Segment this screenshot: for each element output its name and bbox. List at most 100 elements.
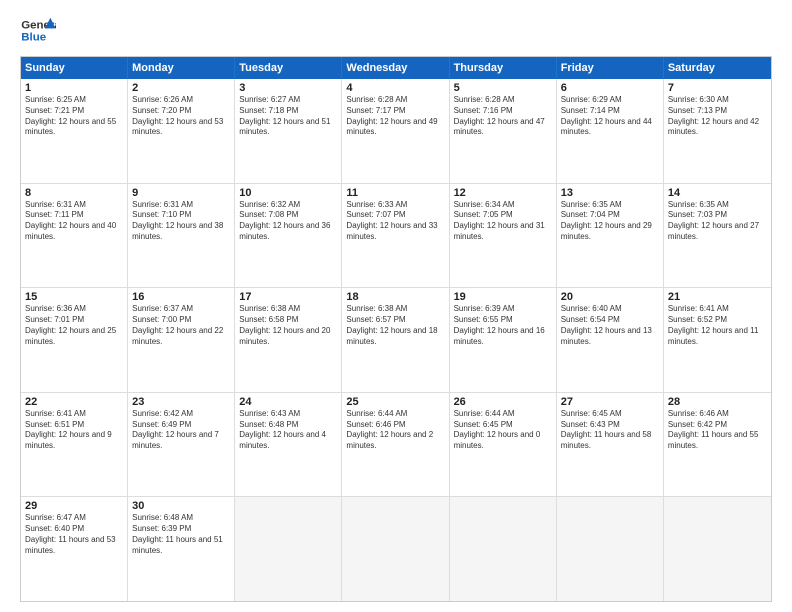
day-number: 10 [239, 187, 337, 199]
sunset: Sunset: 6:52 PM [668, 315, 767, 326]
sunset: Sunset: 7:14 PM [561, 106, 659, 117]
day-number: 30 [132, 500, 230, 512]
day-number: 14 [668, 187, 767, 199]
sunset: Sunset: 6:48 PM [239, 420, 337, 431]
calendar-cell: 29 Sunrise: 6:47 AM Sunset: 6:40 PM Dayl… [21, 497, 128, 601]
header-day-sunday: Sunday [21, 57, 128, 79]
header-day-friday: Friday [557, 57, 664, 79]
sunset: Sunset: 7:00 PM [132, 315, 230, 326]
day-number: 7 [668, 82, 767, 94]
day-number: 29 [25, 500, 123, 512]
sunset: Sunset: 6:55 PM [454, 315, 552, 326]
calendar-cell: 3 Sunrise: 6:27 AM Sunset: 7:18 PM Dayli… [235, 79, 342, 183]
calendar-row-1: 8 Sunrise: 6:31 AM Sunset: 7:11 PM Dayli… [21, 184, 771, 289]
day-number: 21 [668, 291, 767, 303]
sunrise: Sunrise: 6:44 AM [454, 409, 552, 420]
calendar-cell [450, 497, 557, 601]
daylight: Daylight: 12 hours and 42 minutes. [668, 117, 767, 139]
sunset: Sunset: 7:03 PM [668, 210, 767, 221]
daylight: Daylight: 12 hours and 27 minutes. [668, 221, 767, 243]
daylight: Daylight: 12 hours and 40 minutes. [25, 221, 123, 243]
sunrise: Sunrise: 6:28 AM [346, 95, 444, 106]
page: General Blue SundayMondayTuesdayWednesda… [0, 0, 792, 612]
calendar-cell: 8 Sunrise: 6:31 AM Sunset: 7:11 PM Dayli… [21, 184, 128, 288]
daylight: Daylight: 12 hours and 13 minutes. [561, 326, 659, 348]
day-number: 9 [132, 187, 230, 199]
calendar-cell: 18 Sunrise: 6:38 AM Sunset: 6:57 PM Dayl… [342, 288, 449, 392]
day-number: 23 [132, 396, 230, 408]
daylight: Daylight: 12 hours and 38 minutes. [132, 221, 230, 243]
calendar-cell: 5 Sunrise: 6:28 AM Sunset: 7:16 PM Dayli… [450, 79, 557, 183]
sunset: Sunset: 6:45 PM [454, 420, 552, 431]
logo-icon: General Blue [20, 16, 56, 46]
daylight: Daylight: 12 hours and 44 minutes. [561, 117, 659, 139]
calendar-cell: 24 Sunrise: 6:43 AM Sunset: 6:48 PM Dayl… [235, 393, 342, 497]
calendar-cell [342, 497, 449, 601]
calendar-cell: 10 Sunrise: 6:32 AM Sunset: 7:08 PM Dayl… [235, 184, 342, 288]
svg-text:Blue: Blue [21, 32, 46, 44]
sunrise: Sunrise: 6:43 AM [239, 409, 337, 420]
calendar-cell [664, 497, 771, 601]
day-number: 24 [239, 396, 337, 408]
sunrise: Sunrise: 6:31 AM [132, 200, 230, 211]
calendar-row-2: 15 Sunrise: 6:36 AM Sunset: 7:01 PM Dayl… [21, 288, 771, 393]
day-number: 19 [454, 291, 552, 303]
sunset: Sunset: 7:21 PM [25, 106, 123, 117]
sunrise: Sunrise: 6:41 AM [668, 304, 767, 315]
day-number: 26 [454, 396, 552, 408]
calendar-cell: 4 Sunrise: 6:28 AM Sunset: 7:17 PM Dayli… [342, 79, 449, 183]
sunset: Sunset: 6:43 PM [561, 420, 659, 431]
calendar-cell: 30 Sunrise: 6:48 AM Sunset: 6:39 PM Dayl… [128, 497, 235, 601]
day-number: 20 [561, 291, 659, 303]
calendar-cell: 20 Sunrise: 6:40 AM Sunset: 6:54 PM Dayl… [557, 288, 664, 392]
calendar-cell: 14 Sunrise: 6:35 AM Sunset: 7:03 PM Dayl… [664, 184, 771, 288]
daylight: Daylight: 12 hours and 18 minutes. [346, 326, 444, 348]
calendar: SundayMondayTuesdayWednesdayThursdayFrid… [20, 56, 772, 602]
calendar-cell: 25 Sunrise: 6:44 AM Sunset: 6:46 PM Dayl… [342, 393, 449, 497]
day-number: 2 [132, 82, 230, 94]
sunrise: Sunrise: 6:35 AM [668, 200, 767, 211]
sunset: Sunset: 6:42 PM [668, 420, 767, 431]
sunset: Sunset: 7:04 PM [561, 210, 659, 221]
daylight: Daylight: 12 hours and 4 minutes. [239, 430, 337, 452]
day-number: 17 [239, 291, 337, 303]
day-number: 11 [346, 187, 444, 199]
calendar-cell: 22 Sunrise: 6:41 AM Sunset: 6:51 PM Dayl… [21, 393, 128, 497]
calendar-cell: 6 Sunrise: 6:29 AM Sunset: 7:14 PM Dayli… [557, 79, 664, 183]
calendar-cell: 21 Sunrise: 6:41 AM Sunset: 6:52 PM Dayl… [664, 288, 771, 392]
daylight: Daylight: 12 hours and 55 minutes. [25, 117, 123, 139]
sunset: Sunset: 6:51 PM [25, 420, 123, 431]
calendar-cell: 15 Sunrise: 6:36 AM Sunset: 7:01 PM Dayl… [21, 288, 128, 392]
sunrise: Sunrise: 6:33 AM [346, 200, 444, 211]
daylight: Daylight: 12 hours and 49 minutes. [346, 117, 444, 139]
sunrise: Sunrise: 6:48 AM [132, 513, 230, 524]
sunset: Sunset: 7:10 PM [132, 210, 230, 221]
calendar-row-4: 29 Sunrise: 6:47 AM Sunset: 6:40 PM Dayl… [21, 497, 771, 601]
calendar-body: 1 Sunrise: 6:25 AM Sunset: 7:21 PM Dayli… [21, 79, 771, 601]
header-day-monday: Monday [128, 57, 235, 79]
daylight: Daylight: 12 hours and 11 minutes. [668, 326, 767, 348]
calendar-cell: 19 Sunrise: 6:39 AM Sunset: 6:55 PM Dayl… [450, 288, 557, 392]
header-day-tuesday: Tuesday [235, 57, 342, 79]
sunset: Sunset: 7:18 PM [239, 106, 337, 117]
daylight: Daylight: 12 hours and 22 minutes. [132, 326, 230, 348]
sunset: Sunset: 6:58 PM [239, 315, 337, 326]
calendar-cell: 12 Sunrise: 6:34 AM Sunset: 7:05 PM Dayl… [450, 184, 557, 288]
header-day-saturday: Saturday [664, 57, 771, 79]
calendar-cell: 28 Sunrise: 6:46 AM Sunset: 6:42 PM Dayl… [664, 393, 771, 497]
calendar-cell: 7 Sunrise: 6:30 AM Sunset: 7:13 PM Dayli… [664, 79, 771, 183]
sunrise: Sunrise: 6:45 AM [561, 409, 659, 420]
sunset: Sunset: 6:46 PM [346, 420, 444, 431]
day-number: 4 [346, 82, 444, 94]
header-day-thursday: Thursday [450, 57, 557, 79]
sunrise: Sunrise: 6:26 AM [132, 95, 230, 106]
day-number: 8 [25, 187, 123, 199]
sunrise: Sunrise: 6:27 AM [239, 95, 337, 106]
sunset: Sunset: 7:17 PM [346, 106, 444, 117]
day-number: 28 [668, 396, 767, 408]
daylight: Daylight: 12 hours and 53 minutes. [132, 117, 230, 139]
day-number: 25 [346, 396, 444, 408]
sunset: Sunset: 7:05 PM [454, 210, 552, 221]
calendar-row-3: 22 Sunrise: 6:41 AM Sunset: 6:51 PM Dayl… [21, 393, 771, 498]
day-number: 18 [346, 291, 444, 303]
